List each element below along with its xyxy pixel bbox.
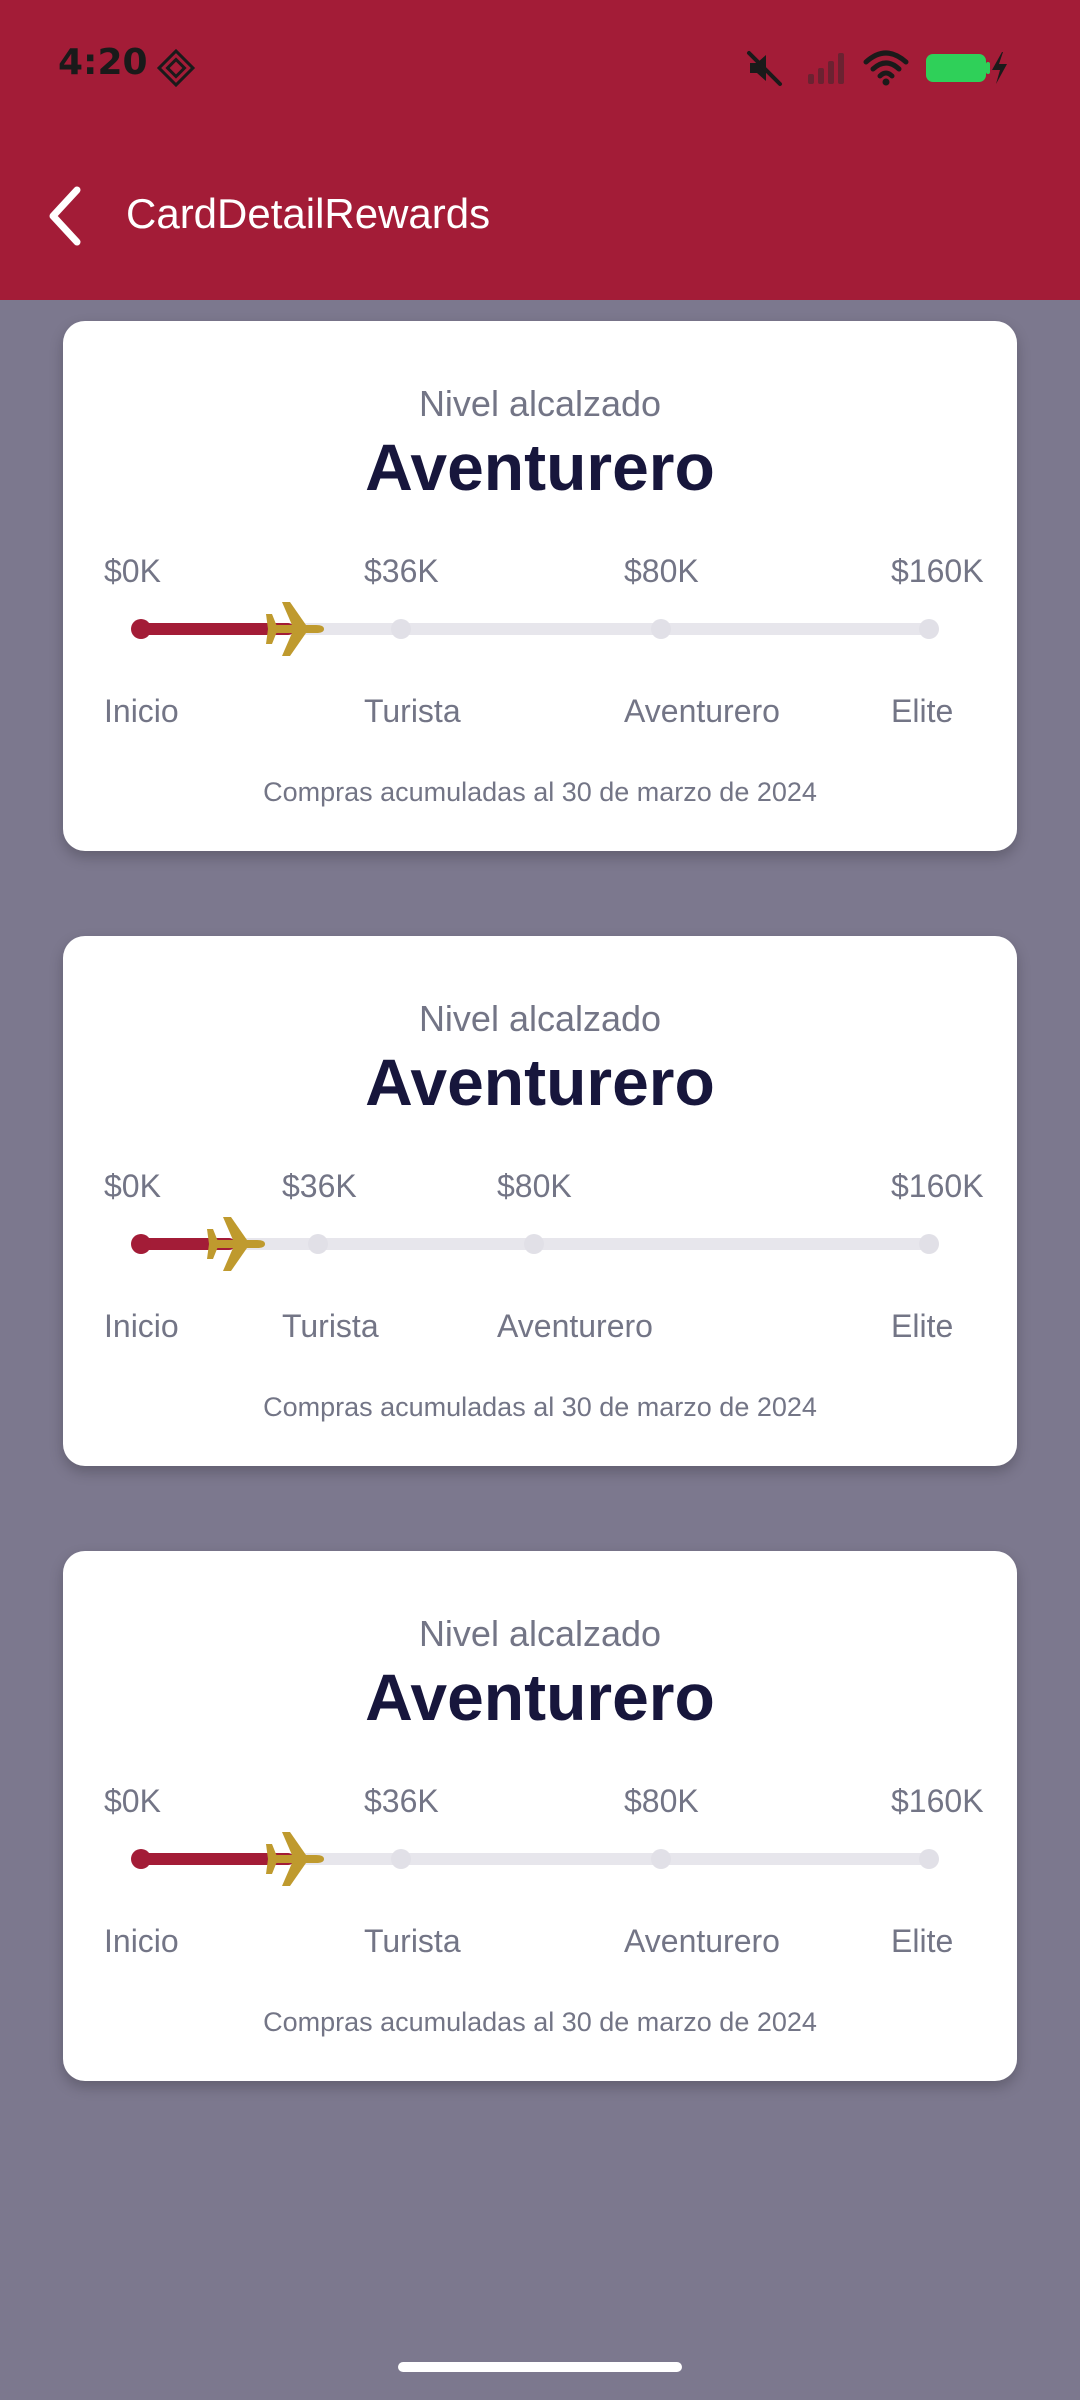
tier-dot (651, 619, 671, 639)
reward-level-card: Nivel alcalzado Aventurero $0K $36K $80K… (63, 321, 1017, 851)
airplane-icon (266, 602, 324, 656)
tier-dot-start (131, 1849, 151, 1869)
tier-amount: $80K (624, 1783, 699, 1819)
home-indicator[interactable] (398, 2362, 682, 2372)
tier-dot (308, 1234, 328, 1254)
tier-dot (651, 1849, 671, 1869)
tier-dot (919, 1849, 939, 1869)
tier-amount: $160K (891, 1168, 984, 1204)
chevron-left-icon (49, 186, 81, 246)
tier-dot (391, 1849, 411, 1869)
wifi-icon (863, 50, 909, 86)
tier-dot-start (131, 619, 151, 639)
signal-icon (808, 53, 844, 84)
reward-level-card: Nivel alcalzado Aventurero $0K $36K $80K… (63, 936, 1017, 1466)
airplane-icon (207, 1217, 265, 1271)
level-subtitle: Nivel alcalzado (418, 998, 662, 1039)
page-title: CardDetailRewards (126, 190, 491, 237)
tier-level: Aventurero (624, 1923, 780, 1959)
tier-level: Elite (891, 693, 954, 729)
app-diamond-icon (156, 48, 196, 88)
tier-amount: $80K (624, 553, 699, 589)
app-header: 4:20 CardDetailRewards (0, 0, 1080, 300)
tier-amount: $160K (891, 553, 984, 589)
tier-amount: $80K (497, 1168, 572, 1204)
level-subtitle: Nivel alcalzado (418, 1613, 662, 1654)
tier-amount: $0K (104, 1168, 161, 1204)
level-title: Aventurero (365, 1045, 715, 1119)
accumulated-date-note: Compras acumuladas al 30 de marzo de 202… (263, 1392, 817, 1422)
tier-amount: $160K (891, 1783, 984, 1819)
back-button[interactable] (38, 180, 92, 252)
level-subtitle: Nivel alcalzado (418, 383, 662, 424)
tier-dot (919, 1234, 939, 1254)
tier-amount: $36K (364, 553, 439, 589)
airplane-icon (266, 1832, 324, 1886)
mute-icon (747, 51, 782, 86)
tier-amount: $0K (104, 1783, 161, 1819)
status-time: 4:20 (58, 42, 148, 83)
tier-dot (391, 619, 411, 639)
tier-level: Aventurero (497, 1308, 653, 1344)
tier-level: Aventurero (624, 693, 780, 729)
tier-amount: $36K (364, 1783, 439, 1819)
tier-level: Inicio (104, 1923, 179, 1959)
accumulated-date-note: Compras acumuladas al 30 de marzo de 202… (263, 2007, 817, 2037)
tier-level: Turista (364, 1923, 461, 1959)
tier-dot (919, 619, 939, 639)
tier-dot-start (131, 1234, 151, 1254)
battery-charging-icon (926, 52, 1007, 84)
tier-level: Elite (891, 1308, 954, 1344)
reward-level-card: Nivel alcalzado Aventurero $0K $36K $80K… (63, 1551, 1017, 2081)
level-title: Aventurero (365, 430, 715, 504)
tier-amount: $36K (282, 1168, 357, 1204)
tier-level: Turista (364, 693, 461, 729)
level-title: Aventurero (365, 1660, 715, 1734)
tier-level: Inicio (104, 693, 179, 729)
tier-level: Inicio (104, 1308, 179, 1344)
tier-dot (524, 1234, 544, 1254)
tier-level: Elite (891, 1923, 954, 1959)
tier-level: Turista (282, 1308, 379, 1344)
accumulated-date-note: Compras acumuladas al 30 de marzo de 202… (263, 777, 817, 807)
tier-amount: $0K (104, 553, 161, 589)
